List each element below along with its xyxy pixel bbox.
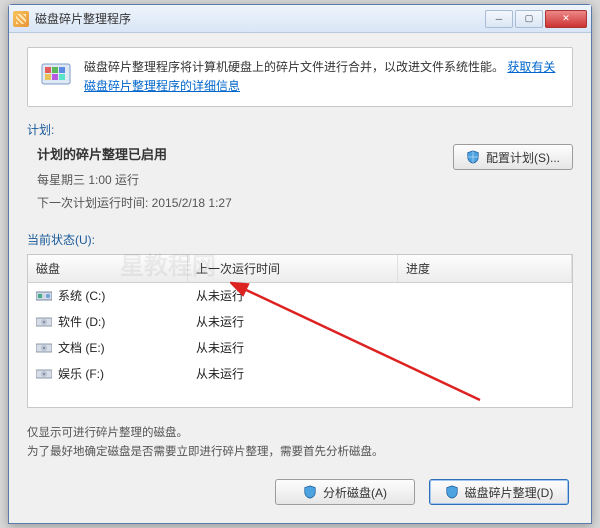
col-disk-header[interactable]: 磁盘 <box>28 255 188 282</box>
defrag-label: 磁盘碎片整理(D) <box>465 484 554 501</box>
disk-name: 文档 (E:) <box>58 339 105 356</box>
configure-schedule-button[interactable]: 配置计划(S)... <box>453 144 573 170</box>
disk-progress <box>398 361 572 386</box>
shield-icon <box>466 150 480 164</box>
info-description: 磁盘碎片整理程序将计算机硬盘上的碎片文件进行合并，以改进文件系统性能。 <box>84 60 504 74</box>
disk-last-run: 从未运行 <box>188 361 398 386</box>
col-progress-header[interactable]: 进度 <box>398 255 572 282</box>
minimize-button[interactable]: ─ <box>485 10 513 28</box>
window-controls: ─ ▢ ✕ <box>485 10 587 28</box>
disk-icon <box>36 316 52 328</box>
table-row[interactable]: 系统 (C:) 从未运行 <box>28 283 572 309</box>
note-line-2: 为了最好地确定磁盘是否需要立即进行碎片整理，需要首先分析磁盘。 <box>27 443 573 461</box>
notes: 仅显示可进行碎片整理的磁盘。 为了最好地确定磁盘是否需要立即进行碎片整理，需要首… <box>27 424 573 461</box>
disk-list: 磁盘 上一次运行时间 进度 系统 (C:)从未运行软件 (D:)从未运行文档 (… <box>27 254 573 408</box>
schedule-row: 计划的碎片整理已启用 每星期三 1:00 运行 下一次计划运行时间: 2015/… <box>27 144 573 217</box>
defrag-icon <box>40 58 72 90</box>
schedule-recurrence: 每星期三 1:00 运行 <box>37 171 433 188</box>
window-title: 磁盘碎片整理程序 <box>35 10 485 27</box>
table-row[interactable]: 软件 (D:) 从未运行 <box>28 309 572 335</box>
disk-last-run: 从未运行 <box>188 309 398 334</box>
content-area: 磁盘碎片整理程序将计算机硬盘上的碎片文件进行合并，以改进文件系统性能。 获取有关… <box>9 33 591 515</box>
titlebar: 磁盘碎片整理程序 ─ ▢ ✕ <box>9 5 591 33</box>
disk-progress <box>398 335 572 360</box>
list-body: 系统 (C:)从未运行软件 (D:)从未运行文档 (E:)从未运行娱乐 (F:)… <box>28 283 572 387</box>
configure-schedule-label: 配置计划(S)... <box>486 149 560 166</box>
action-bar: 分析磁盘(A) 磁盘碎片整理(D) <box>27 479 573 505</box>
shield-icon <box>303 485 317 499</box>
next-run-value: 2015/2/18 1:27 <box>152 196 232 210</box>
analyze-label: 分析磁盘(A) <box>323 484 387 501</box>
disk-icon <box>36 342 52 354</box>
schedule-enabled-title: 计划的碎片整理已启用 <box>37 144 433 163</box>
col-last-header[interactable]: 上一次运行时间 <box>188 255 398 282</box>
shield-icon <box>445 485 459 499</box>
disk-name: 娱乐 (F:) <box>58 365 104 382</box>
disk-icon <box>36 368 52 380</box>
info-text: 磁盘碎片整理程序将计算机硬盘上的碎片文件进行合并，以改进文件系统性能。 获取有关… <box>84 58 560 96</box>
disk-name: 软件 (D:) <box>58 313 105 330</box>
disk-last-run: 从未运行 <box>188 335 398 360</box>
disk-progress <box>398 309 572 334</box>
list-header: 磁盘 上一次运行时间 进度 <box>28 255 572 283</box>
defrag-button[interactable]: 磁盘碎片整理(D) <box>429 479 569 505</box>
status-section-label: 当前状态(U): <box>27 231 573 248</box>
disk-name: 系统 (C:) <box>58 287 105 304</box>
schedule-info: 计划的碎片整理已启用 每星期三 1:00 运行 下一次计划运行时间: 2015/… <box>27 144 433 217</box>
maximize-button[interactable]: ▢ <box>515 10 543 28</box>
schedule-next-run: 下一次计划运行时间: 2015/2/18 1:27 <box>37 194 433 211</box>
info-banner: 磁盘碎片整理程序将计算机硬盘上的碎片文件进行合并，以改进文件系统性能。 获取有关… <box>27 47 573 107</box>
table-row[interactable]: 文档 (E:) 从未运行 <box>28 335 572 361</box>
schedule-section-label: 计划: <box>27 121 573 138</box>
disk-progress <box>398 283 572 308</box>
disk-icon <box>36 290 52 302</box>
close-button[interactable]: ✕ <box>545 10 587 28</box>
next-run-label: 下一次计划运行时间: <box>37 196 152 210</box>
app-icon <box>13 11 29 27</box>
analyze-button[interactable]: 分析磁盘(A) <box>275 479 415 505</box>
table-row[interactable]: 娱乐 (F:) 从未运行 <box>28 361 572 387</box>
disk-last-run: 从未运行 <box>188 283 398 308</box>
window: 磁盘碎片整理程序 ─ ▢ ✕ 磁盘碎片整理程序将计算机硬盘上的碎片文件 <box>8 4 592 524</box>
note-line-1: 仅显示可进行碎片整理的磁盘。 <box>27 424 573 442</box>
